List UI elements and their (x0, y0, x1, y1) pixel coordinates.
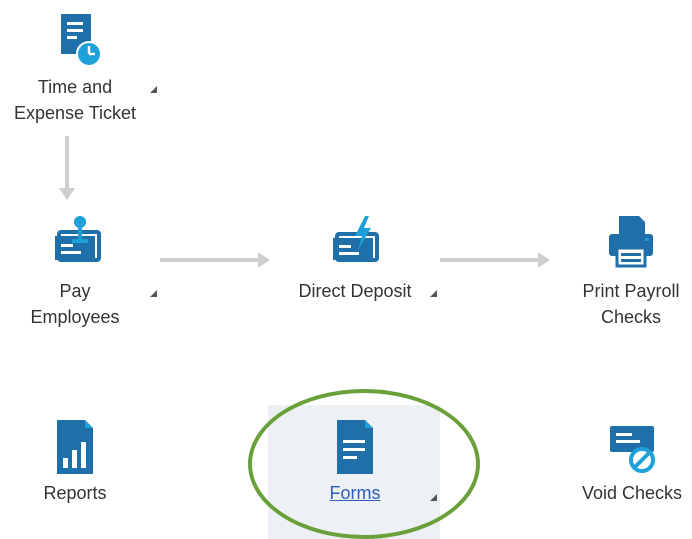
printer-icon (609, 216, 653, 268)
pay-employees-dropdown-caret[interactable] (150, 290, 157, 297)
print-payroll-checks-button[interactable]: Print Payroll Checks (570, 214, 692, 330)
forms-link[interactable]: Forms (295, 480, 415, 506)
payroll-workflow-canvas: Time and Expense Ticket Pay Employees Di… (0, 0, 692, 539)
direct-deposit-button[interactable]: Direct Deposit (285, 214, 425, 304)
time-expense-dropdown-caret[interactable] (150, 86, 157, 93)
forms-button[interactable]: Forms (295, 418, 415, 506)
pay-employees-label: Pay Employees (30, 281, 120, 327)
timesheet-clock-icon (61, 14, 102, 67)
forms-dropdown-caret[interactable] (430, 494, 437, 501)
check-void-icon (610, 426, 655, 473)
print-payroll-checks-label: Print Payroll Checks (582, 281, 680, 327)
void-checks-button[interactable]: Void Checks (572, 418, 692, 506)
time-expense-ticket-label: Time and Expense Ticket (13, 77, 137, 123)
direct-deposit-label: Direct Deposit (298, 281, 412, 301)
reports-label: Reports (43, 483, 107, 503)
void-checks-label: Void Checks (581, 483, 683, 503)
pay-employees-button[interactable]: Pay Employees (10, 214, 140, 330)
arrow-down-icon (59, 136, 75, 200)
bar-chart-document-icon (57, 420, 93, 474)
paycheck-stamp-icon (55, 216, 101, 262)
arrow-right-icon (440, 252, 550, 268)
time-expense-ticket-button[interactable]: Time and Expense Ticket (0, 10, 150, 126)
arrow-right-icon (160, 252, 270, 268)
reports-button[interactable]: Reports (20, 418, 130, 506)
form-document-icon (337, 420, 373, 474)
check-lightning-icon (333, 216, 379, 262)
direct-deposit-dropdown-caret[interactable] (430, 290, 437, 297)
